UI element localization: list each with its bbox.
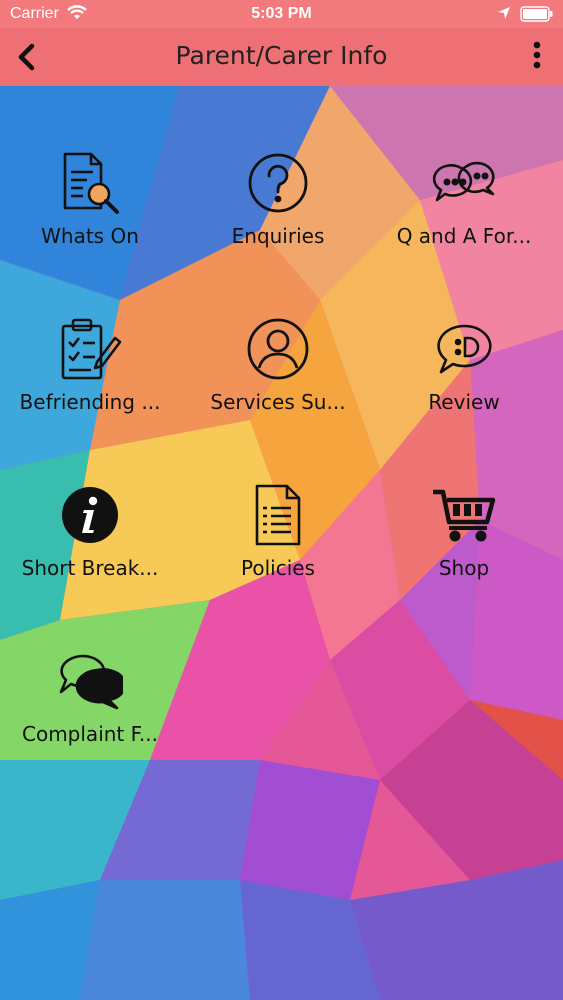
tile-q-and-a-forum[interactable]: Q and A For... bbox=[374, 150, 554, 290]
tile-review[interactable]: Review bbox=[374, 316, 554, 456]
tile-befriending[interactable]: Befriending ... bbox=[0, 316, 180, 456]
tile-label: Complaint F... bbox=[22, 722, 158, 746]
cart-icon bbox=[431, 482, 497, 548]
more-vertical-icon[interactable] bbox=[525, 40, 549, 74]
tile-label: Enquiries bbox=[231, 224, 325, 248]
page-title: Parent/Carer Info bbox=[175, 41, 388, 70]
menu-grid: Whats On Enquiries Q and A For... Befrie… bbox=[0, 86, 563, 1000]
tile-shop[interactable]: Shop bbox=[374, 482, 554, 622]
navigation-bar: Parent/Carer Info bbox=[0, 28, 563, 86]
tile-services-support[interactable]: Services Su... bbox=[188, 316, 368, 456]
tile-whats-on[interactable]: Whats On bbox=[0, 150, 180, 290]
battery-icon bbox=[520, 6, 554, 27]
status-bar: Carrier 5:03 PM bbox=[0, 0, 563, 28]
tile-label: Befriending ... bbox=[19, 390, 161, 414]
tile-label: Review bbox=[428, 390, 500, 414]
clipboard-check-icon bbox=[57, 316, 123, 382]
question-circle-icon bbox=[245, 150, 311, 216]
tile-label: Policies bbox=[241, 556, 315, 580]
info-circle-icon bbox=[57, 482, 123, 548]
tile-label: Shop bbox=[438, 556, 490, 580]
tile-label: Whats On bbox=[41, 224, 139, 248]
tile-label: Services Su... bbox=[210, 390, 346, 414]
document-search-icon bbox=[57, 150, 123, 216]
tile-complaint-form[interactable]: Complaint F... bbox=[0, 648, 180, 788]
user-circle-icon bbox=[245, 316, 311, 382]
status-time: 5:03 PM bbox=[251, 5, 312, 22]
tile-label: Short Break... bbox=[21, 556, 159, 580]
smiley-bubble-icon bbox=[431, 316, 497, 382]
tile-enquiries[interactable]: Enquiries bbox=[188, 150, 368, 290]
tile-label: Q and A For... bbox=[396, 224, 532, 248]
location-arrow-icon bbox=[497, 6, 511, 25]
document-list-icon bbox=[245, 482, 311, 548]
tile-short-breaks[interactable]: Short Break... bbox=[0, 482, 180, 622]
conversation-icon bbox=[57, 648, 127, 714]
tile-policies[interactable]: Policies bbox=[188, 482, 368, 622]
back-chevron-icon[interactable] bbox=[12, 42, 42, 72]
chat-bubbles-icon bbox=[431, 150, 497, 216]
